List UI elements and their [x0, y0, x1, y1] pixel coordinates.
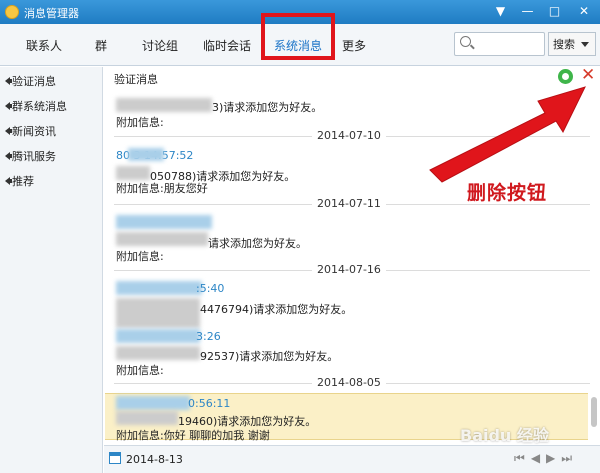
chevron-down-icon[interactable]	[581, 41, 589, 47]
message-text: 3)请求添加您为好友。	[212, 101, 323, 114]
redacted-blur	[128, 148, 164, 161]
watermark: Baidu 经验	[460, 426, 549, 445]
sidebar-item-recommend[interactable]: 推荐	[5, 173, 34, 189]
redacted-blur	[116, 346, 200, 360]
message-sender[interactable]: :5:40	[196, 282, 224, 295]
redacted-blur	[116, 98, 212, 112]
sidebar-item-verification[interactable]: 验证消息	[5, 73, 56, 89]
redacted-blur	[116, 166, 150, 180]
message-text: 请求添加您为好友。	[208, 237, 307, 250]
message-extra: 附加信息:朋友您好	[116, 182, 208, 195]
next-page-icon[interactable]: ▶	[546, 451, 555, 466]
speaker-icon	[5, 127, 12, 135]
redacted-blur	[116, 215, 212, 229]
scroll-thumb[interactable]	[591, 397, 597, 427]
footer-date[interactable]: 2014-8-13	[126, 453, 183, 466]
tab-contacts[interactable]: 联系人	[26, 37, 62, 54]
window-controls: ▼ — □ ✕	[487, 0, 600, 24]
close-icon[interactable]: ✕	[568, 0, 600, 22]
speaker-icon	[5, 177, 12, 185]
date-label: 2014-07-11	[312, 197, 386, 210]
date-label: 2014-07-16	[312, 263, 386, 276]
search-input[interactable]	[454, 32, 545, 56]
message-extra: 附加信息:你好 聊聊的加我 谢谢	[116, 429, 270, 442]
calendar-icon[interactable]	[109, 452, 121, 464]
speaker-icon	[5, 102, 12, 110]
pager: ⏮ ◀ ▶ ⏭	[514, 451, 572, 466]
footer-bar: 2014-8-13 ⏮ ◀ ▶ ⏭	[104, 445, 600, 473]
message-extra: 附加信息:	[116, 116, 164, 129]
app-icon	[5, 5, 19, 19]
search-button[interactable]: 搜索	[548, 32, 596, 56]
speaker-icon	[5, 152, 12, 160]
refresh-icon[interactable]	[558, 69, 573, 84]
sidebar-item-group-system[interactable]: 群系统消息	[5, 98, 67, 114]
speaker-icon	[5, 77, 12, 85]
sidebar-item-label: 推荐	[12, 175, 34, 188]
redacted-blur	[116, 281, 202, 295]
minimize-icon[interactable]: —	[514, 0, 541, 22]
redacted-blur	[116, 396, 190, 410]
section-title: 验证消息	[114, 73, 158, 86]
maximize-icon[interactable]: □	[541, 0, 568, 22]
search-button-label: 搜索	[553, 38, 575, 51]
redacted-blur	[116, 329, 200, 343]
sidebar-item-label: 验证消息	[12, 75, 56, 88]
message-sender[interactable]: 0:56:11	[188, 397, 230, 410]
message-extra: 附加信息:	[116, 364, 164, 377]
sidebar-item-tencent-services[interactable]: 腾讯服务	[5, 148, 56, 164]
redacted-blur	[116, 298, 200, 328]
redacted-blur	[116, 232, 208, 246]
sidebar-item-label: 新闻资讯	[12, 125, 56, 138]
message-text: 4476794)请求添加您为好友。	[200, 303, 353, 316]
redacted-blur	[116, 411, 178, 425]
window-title: 消息管理器	[24, 7, 79, 20]
date-label: 2014-08-05	[312, 376, 386, 389]
first-page-icon[interactable]: ⏮	[514, 451, 525, 466]
sidebar-item-label: 腾讯服务	[12, 150, 56, 163]
menu-down-icon[interactable]: ▼	[487, 0, 514, 22]
search-icon	[460, 36, 471, 47]
tab-temp-chat[interactable]: 临时会话	[203, 37, 251, 54]
annotation-label: 删除按钮	[467, 182, 548, 204]
message-text: 92537)请求添加您为好友。	[200, 350, 339, 363]
sidebar-item-label: 群系统消息	[12, 100, 67, 113]
tab-discussions[interactable]: 讨论组	[142, 37, 178, 54]
tab-highlight-box	[261, 13, 335, 60]
date-label: 2014-07-10	[312, 129, 386, 142]
sidebar: 验证消息 群系统消息 新闻资讯 腾讯服务 推荐	[0, 67, 103, 473]
last-page-icon[interactable]: ⏭	[561, 451, 572, 466]
tab-more[interactable]: 更多	[342, 37, 366, 54]
prev-page-icon[interactable]: ◀	[531, 451, 540, 466]
tab-groups[interactable]: 群	[95, 37, 107, 54]
delete-icon[interactable]: ✕	[581, 67, 595, 84]
sidebar-item-news[interactable]: 新闻资讯	[5, 123, 56, 139]
message-extra: 附加信息:	[116, 250, 164, 263]
message-sender[interactable]: 3:26	[196, 330, 221, 343]
